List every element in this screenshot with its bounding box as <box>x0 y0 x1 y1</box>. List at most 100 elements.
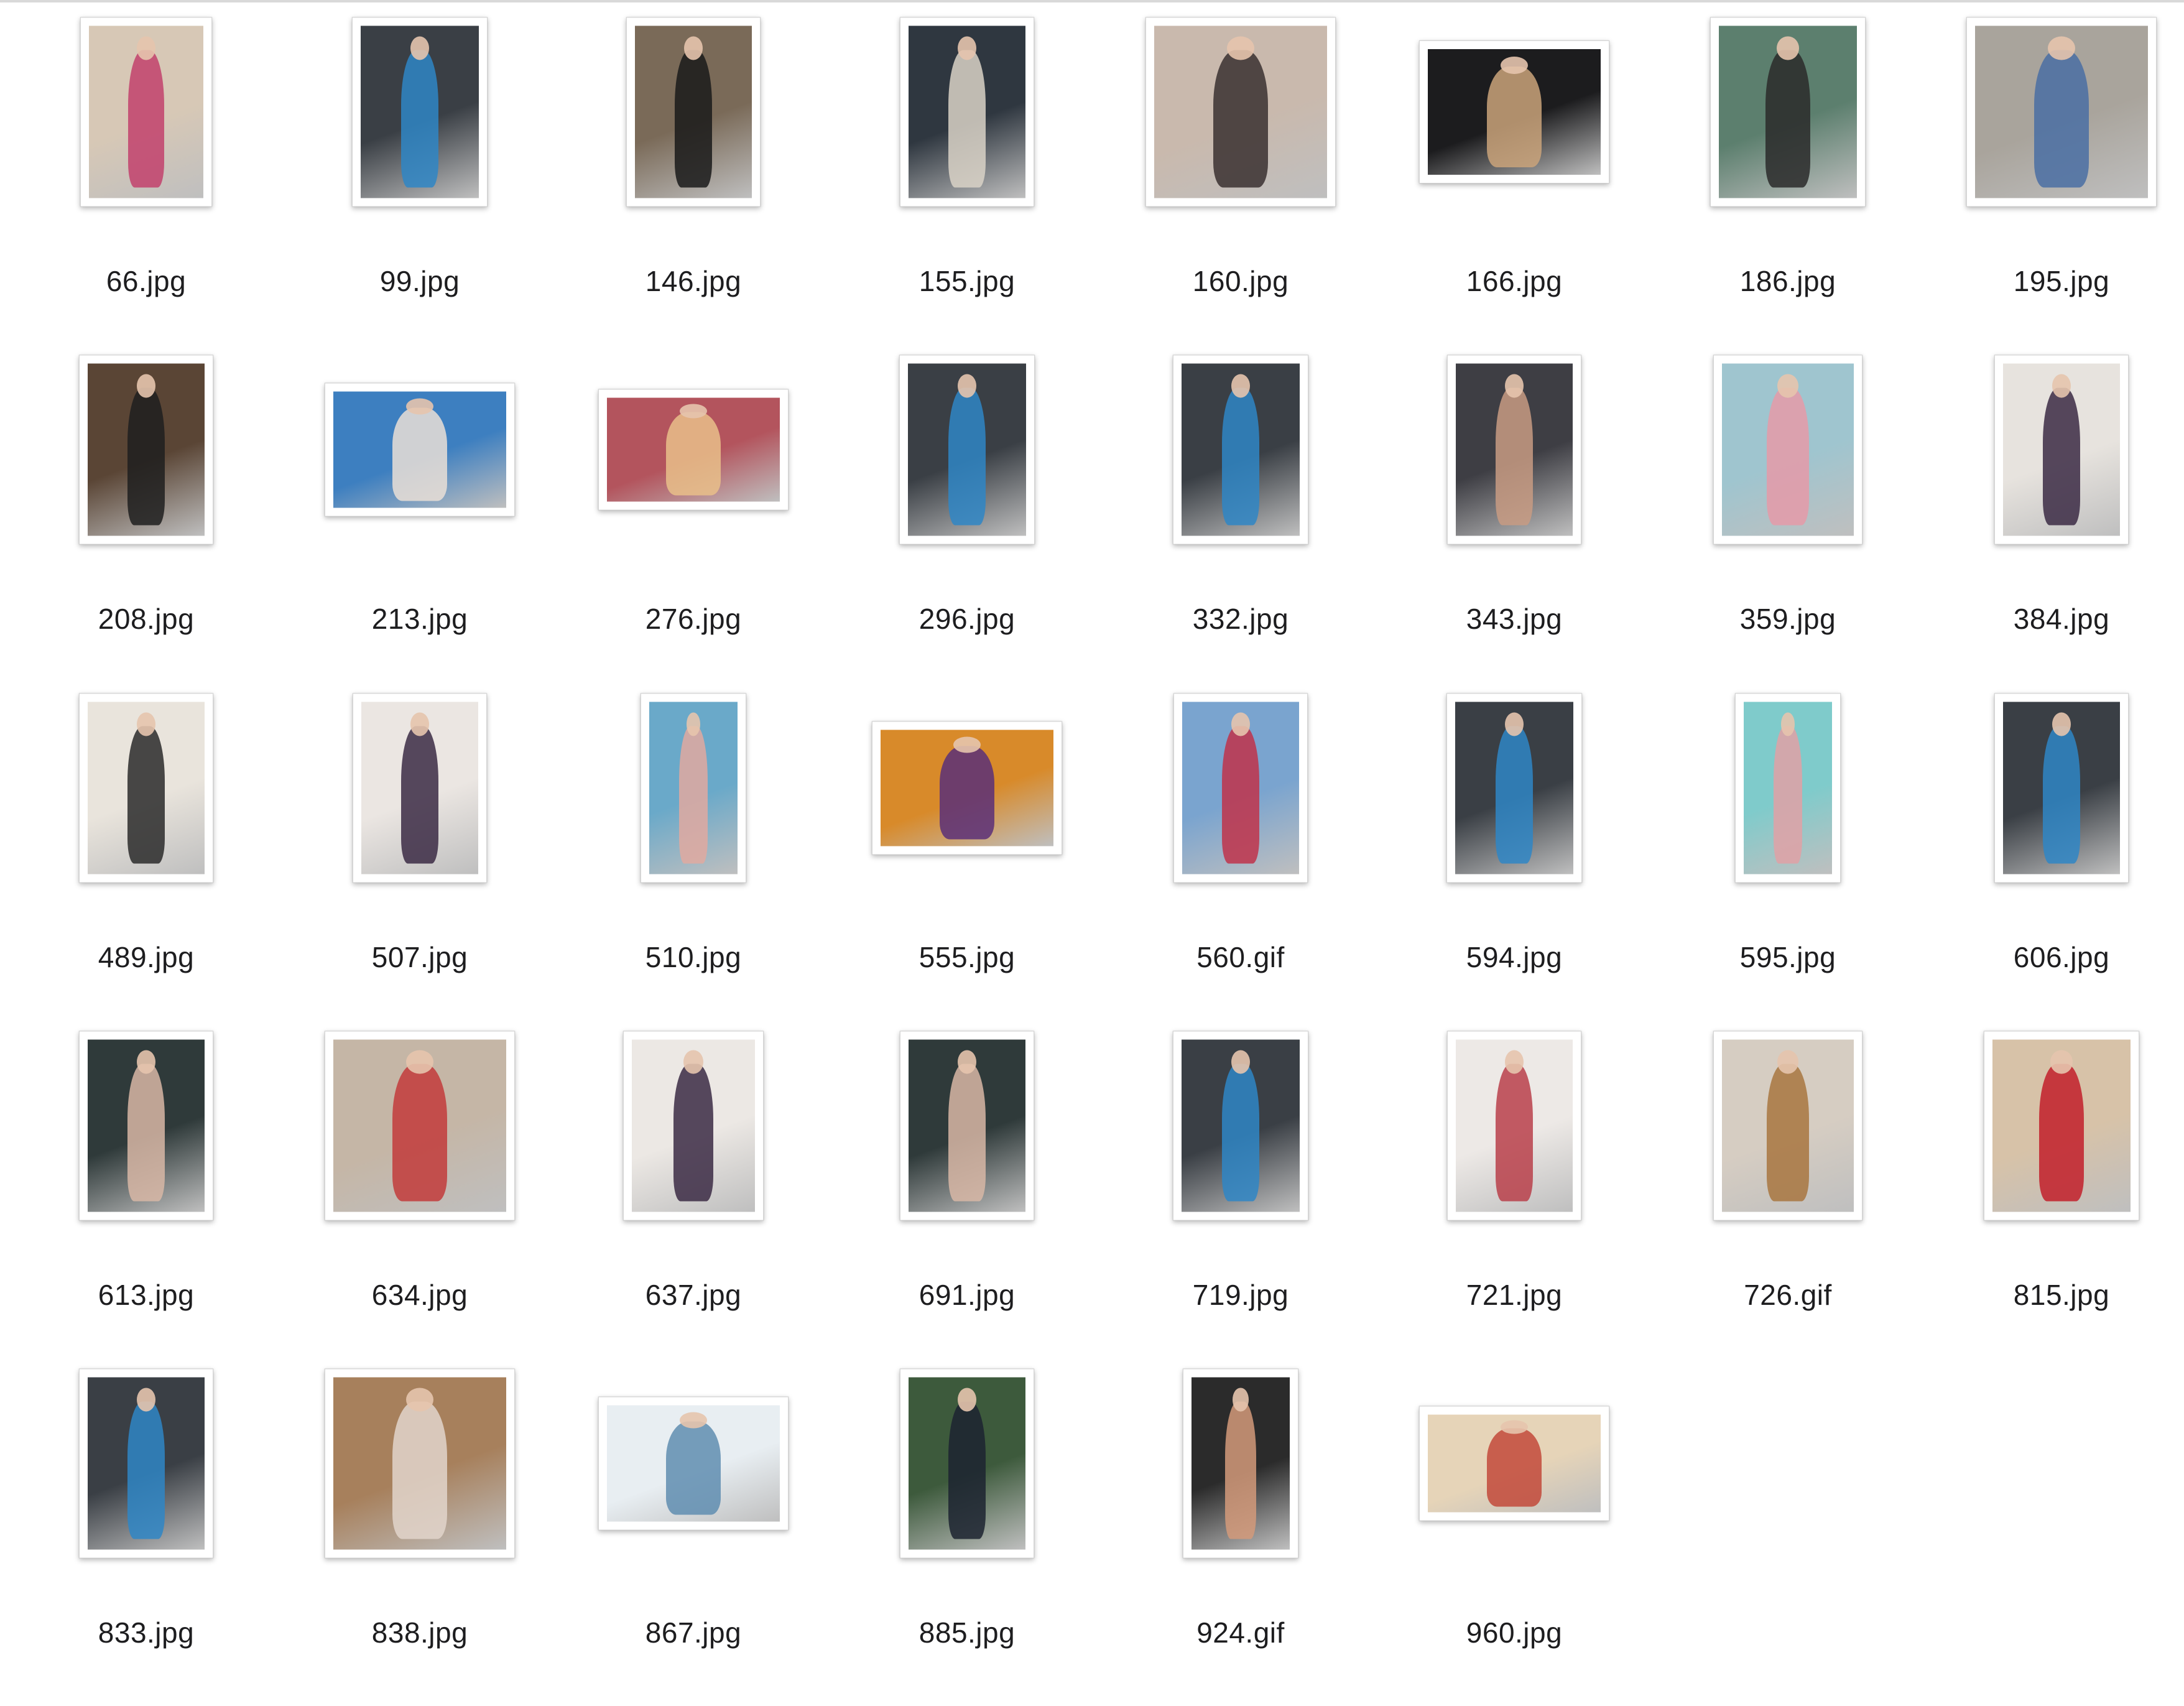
file-item[interactable]: 343.jpg <box>1377 355 1651 692</box>
file-item[interactable]: 594.jpg <box>1377 693 1651 1031</box>
file-thumbnail[interactable] <box>1145 17 1336 207</box>
file-thumbnail[interactable] <box>1447 1031 1581 1221</box>
file-name[interactable]: 924.gif <box>1104 1616 1377 1649</box>
file-thumbnail[interactable] <box>1446 693 1582 883</box>
file-item[interactable]: 691.jpg <box>830 1031 1104 1368</box>
file-name[interactable]: 208.jpg <box>9 602 283 636</box>
file-name[interactable]: 296.jpg <box>830 602 1104 636</box>
file-thumbnail[interactable] <box>79 693 213 883</box>
file-thumbnail[interactable] <box>1419 40 1609 183</box>
file-name[interactable]: 146.jpg <box>557 264 830 298</box>
file-item[interactable]: 867.jpg <box>557 1370 830 1706</box>
file-item[interactable]: 160.jpg <box>1104 17 1377 355</box>
file-thumbnail[interactable] <box>1173 1031 1308 1221</box>
file-name[interactable]: 166.jpg <box>1377 264 1651 298</box>
file-item[interactable]: 637.jpg <box>557 1031 830 1368</box>
file-name[interactable]: 719.jpg <box>1104 1278 1377 1312</box>
file-name[interactable]: 606.jpg <box>1925 940 2184 974</box>
file-item[interactable]: 213.jpg <box>283 356 557 692</box>
file-item[interactable]: 384.jpg <box>1925 355 2184 692</box>
file-thumbnail[interactable] <box>900 1031 1034 1221</box>
file-name[interactable]: 343.jpg <box>1377 602 1651 636</box>
file-item[interactable]: 560.gif <box>1104 693 1377 1031</box>
file-name[interactable]: 594.jpg <box>1377 940 1651 974</box>
file-name[interactable]: 691.jpg <box>830 1278 1104 1312</box>
file-thumbnail[interactable] <box>1173 693 1308 883</box>
file-name[interactable]: 276.jpg <box>557 602 830 636</box>
file-item[interactable]: 146.jpg <box>557 17 830 355</box>
file-name[interactable]: 721.jpg <box>1377 1278 1651 1312</box>
file-thumbnail[interactable] <box>872 721 1062 855</box>
file-item[interactable]: 507.jpg <box>283 693 557 1031</box>
file-name[interactable]: 195.jpg <box>1925 264 2184 298</box>
file-item[interactable]: 166.jpg <box>1377 19 1651 355</box>
file-name[interactable]: 560.gif <box>1104 940 1377 974</box>
file-thumbnail[interactable] <box>899 355 1035 545</box>
file-name[interactable]: 815.jpg <box>1925 1278 2184 1312</box>
file-thumbnail[interactable] <box>1994 355 2129 545</box>
file-name[interactable]: 833.jpg <box>9 1616 283 1649</box>
file-name[interactable]: 726.gif <box>1651 1278 1925 1312</box>
file-item[interactable]: 606.jpg <box>1925 693 2184 1031</box>
file-item[interactable]: 66.jpg <box>9 17 283 355</box>
file-item[interactable]: 208.jpg <box>9 355 283 692</box>
file-name[interactable]: 99.jpg <box>283 264 557 298</box>
file-item[interactable]: 99.jpg <box>283 17 557 355</box>
file-item[interactable]: 155.jpg <box>830 17 1104 355</box>
file-thumbnail[interactable] <box>1183 1368 1298 1559</box>
file-thumbnail[interactable] <box>353 693 487 883</box>
file-thumbnail[interactable] <box>1735 693 1841 883</box>
file-item[interactable]: 489.jpg <box>9 693 283 1031</box>
file-name[interactable]: 384.jpg <box>1925 602 2184 636</box>
file-thumbnail[interactable] <box>1447 355 1581 545</box>
file-thumbnail[interactable] <box>79 1368 213 1559</box>
file-item[interactable]: 595.jpg <box>1651 693 1925 1031</box>
file-thumbnail[interactable] <box>325 1368 515 1559</box>
file-thumbnail[interactable] <box>325 382 515 517</box>
file-item[interactable]: 885.jpg <box>830 1368 1104 1706</box>
file-thumbnail[interactable] <box>1419 1406 1609 1521</box>
file-item[interactable]: 960.jpg <box>1377 1370 1651 1706</box>
file-item[interactable]: 359.jpg <box>1651 355 1925 692</box>
file-name[interactable]: 332.jpg <box>1104 602 1377 636</box>
file-name[interactable]: 555.jpg <box>830 940 1104 974</box>
file-item[interactable]: 555.jpg <box>830 695 1104 1031</box>
file-name[interactable]: 510.jpg <box>557 940 830 974</box>
file-item[interactable]: 276.jpg <box>557 356 830 692</box>
file-thumbnail[interactable] <box>623 1031 764 1221</box>
file-name[interactable]: 359.jpg <box>1651 602 1925 636</box>
file-thumbnail[interactable] <box>79 1031 213 1221</box>
file-name[interactable]: 186.jpg <box>1651 264 1925 298</box>
file-thumbnail[interactable] <box>352 17 488 207</box>
file-thumbnail[interactable] <box>641 693 746 883</box>
file-name[interactable]: 507.jpg <box>283 940 557 974</box>
file-name[interactable]: 960.jpg <box>1377 1616 1651 1649</box>
file-thumbnail[interactable] <box>900 1368 1034 1559</box>
file-thumbnail[interactable] <box>79 355 213 545</box>
file-item[interactable]: 833.jpg <box>9 1368 283 1706</box>
file-thumbnail[interactable] <box>598 389 789 511</box>
file-thumbnail[interactable] <box>1710 17 1866 207</box>
file-item[interactable]: 838.jpg <box>283 1368 557 1706</box>
file-thumbnail[interactable] <box>598 1396 789 1531</box>
file-item[interactable]: 815.jpg <box>1925 1031 2184 1368</box>
file-thumbnail[interactable] <box>325 1031 515 1221</box>
file-name[interactable]: 489.jpg <box>9 940 283 974</box>
file-item[interactable]: 924.gif <box>1104 1368 1377 1706</box>
file-item[interactable]: 726.gif <box>1651 1031 1925 1368</box>
file-item[interactable]: 613.jpg <box>9 1031 283 1368</box>
file-thumbnail[interactable] <box>1994 693 2129 883</box>
file-name[interactable]: 838.jpg <box>283 1616 557 1649</box>
file-item[interactable]: 195.jpg <box>1925 17 2184 355</box>
file-thumbnail[interactable] <box>80 17 212 207</box>
file-thumbnail[interactable] <box>1713 1031 1862 1221</box>
file-thumbnail[interactable] <box>1713 355 1862 545</box>
file-item[interactable]: 296.jpg <box>830 355 1104 692</box>
file-item[interactable]: 332.jpg <box>1104 355 1377 692</box>
file-thumbnail[interactable] <box>626 17 761 207</box>
file-item[interactable]: 719.jpg <box>1104 1031 1377 1368</box>
file-thumbnail[interactable] <box>1173 355 1308 545</box>
file-name[interactable]: 595.jpg <box>1651 940 1925 974</box>
file-name[interactable]: 613.jpg <box>9 1278 283 1312</box>
file-name[interactable]: 885.jpg <box>830 1616 1104 1649</box>
